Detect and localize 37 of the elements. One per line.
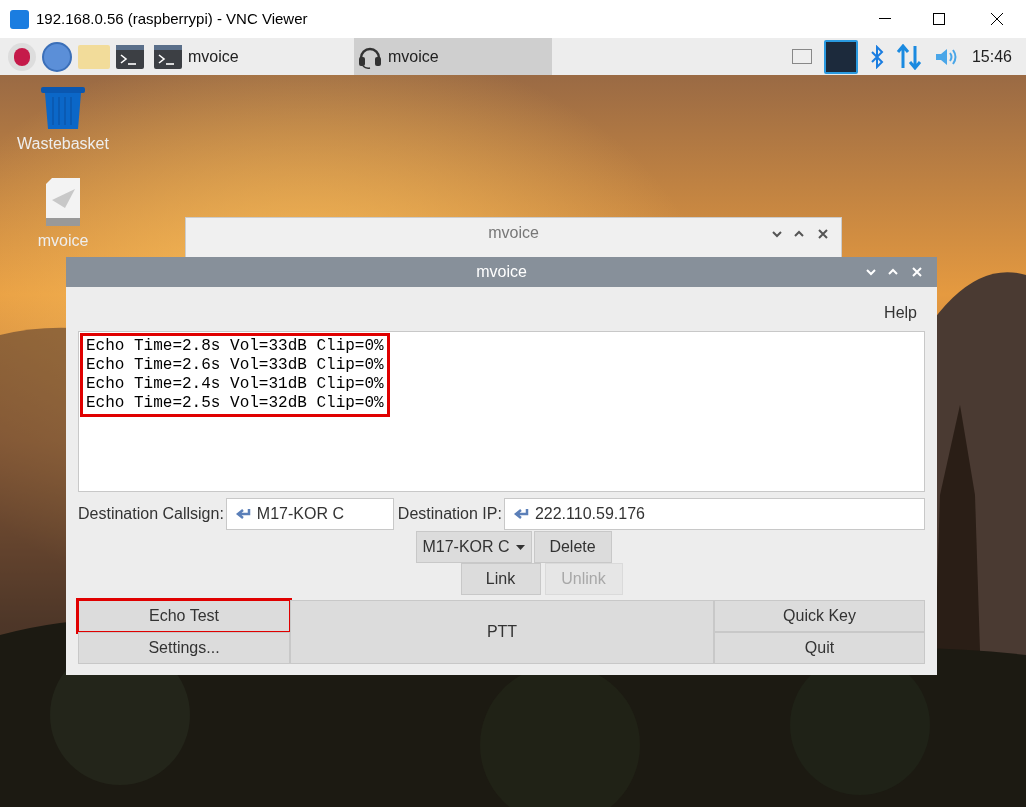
clock: 15:46: [971, 46, 1012, 67]
maximize-icon[interactable]: [933, 13, 945, 25]
window-title: mvoice: [476, 262, 527, 282]
terminal-icon: [116, 44, 144, 69]
ip-field[interactable]: 222.110.59.176: [503, 498, 925, 530]
field-label: Destination Callsign:: [78, 504, 224, 524]
window-button[interactable]: Echo Test: [78, 600, 290, 632]
log-line: Echo Time=2.8s Vol=33dB Clip=0%: [86, 337, 384, 356]
trash-icon: [41, 87, 85, 129]
log-line: Echo Time=2.6s Vol=33dB Clip=0%: [86, 356, 384, 375]
taskbar-task[interactable]: mvoice: [354, 38, 552, 75]
network-icon[interactable]: [895, 43, 922, 70]
log-line: Echo Time=2.5s Vol=32dB Clip=0%: [86, 394, 384, 413]
window-button[interactable]: Quit: [714, 632, 925, 664]
enter-icon: [234, 508, 251, 520]
task-label: mvoice: [188, 46, 239, 67]
menu-item[interactable]: Help: [884, 301, 917, 331]
taskbar-task[interactable]: mvoice: [150, 38, 348, 75]
reflector-dropdown[interactable]: M17-KOR C: [415, 531, 532, 563]
enter-icon: [512, 508, 529, 520]
log-line: Echo Time=2.4s Vol=31dB Clip=0%: [86, 375, 384, 394]
field-label: Destination IP:: [397, 504, 502, 524]
task-label: mvoice: [388, 46, 439, 67]
window-title: mvoice: [488, 223, 539, 243]
window-button[interactable]: Settings...: [78, 632, 290, 664]
callsign-field[interactable]: M17-KOR C: [225, 498, 394, 530]
window-title: 192.168.0.56 (raspberrypi) - VNC Viewer: [36, 8, 308, 29]
file-icon: [46, 178, 80, 226]
window-button[interactable]: Delete: [533, 531, 612, 563]
minimize-icon[interactable]: [879, 18, 891, 20]
terminal-icon: [154, 44, 182, 69]
window-button[interactable]: Quick Key: [714, 600, 925, 632]
caret-icon: [515, 544, 525, 550]
window-button[interactable]: PTT: [290, 600, 714, 664]
close-icon[interactable]: [991, 13, 1003, 25]
window-button[interactable]: Link: [460, 563, 541, 595]
bluetooth-icon[interactable]: [869, 44, 884, 69]
